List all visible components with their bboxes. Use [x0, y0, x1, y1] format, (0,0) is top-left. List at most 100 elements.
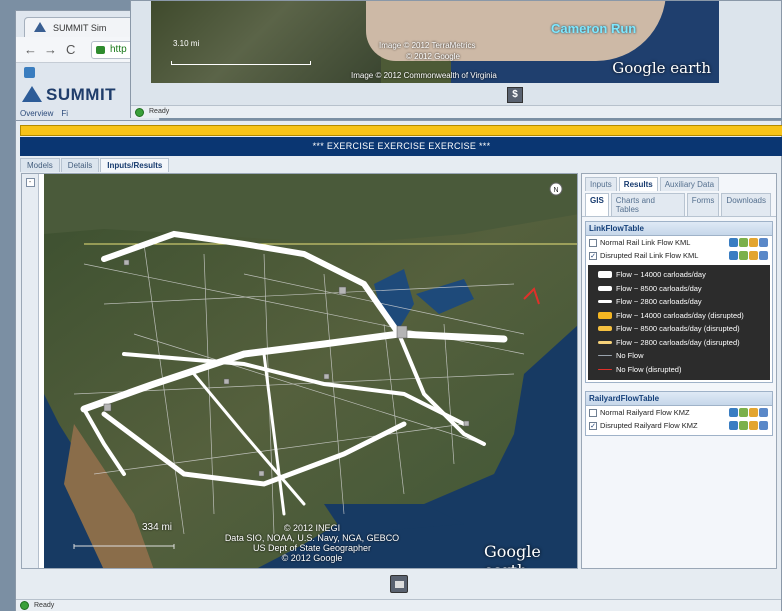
- exercise-banner: *** EXERCISE EXERCISE EXERCISE ***: [20, 137, 782, 156]
- export-icon[interactable]: [749, 421, 758, 430]
- legend-swatch: [598, 311, 612, 319]
- export-icon[interactable]: [749, 238, 758, 247]
- tab-results[interactable]: Results: [618, 177, 658, 191]
- legend-item: No Flow (disrupted): [588, 363, 770, 377]
- satellite-map-view[interactable]: Cameron Run 3.10 mi Image © 2012 TerraMe…: [151, 1, 719, 83]
- browser-tab[interactable]: SUMMIT Sim: [24, 17, 144, 37]
- map-credit-line-2: Data SIO, NOAA, U.S. Navy, NGA, GEBCO: [224, 533, 400, 543]
- panel-subtabs: GIS Charts and Tables Forms Downloads: [582, 191, 776, 217]
- forward-arrow-icon[interactable]: →: [44, 42, 57, 57]
- save-icon[interactable]: [759, 238, 768, 247]
- legend-label: Flow ~ 8500 carloads/day: [616, 283, 702, 293]
- normal-link-checkbox[interactable]: [589, 239, 597, 247]
- row-action-icons: [729, 408, 768, 417]
- address-text: http: [110, 44, 127, 55]
- background-app-tabs: Overview Fi: [20, 109, 68, 118]
- legend-swatch: [598, 271, 612, 279]
- kml-row-disrupted-link: ✓ Disrupted Rail Link Flow KML: [586, 249, 772, 262]
- kml-row-label: Disrupted Rail Link Flow KML: [600, 251, 699, 260]
- map-credit-line-1: © 2012 INEGI: [283, 523, 341, 533]
- normal-railyard-checkbox[interactable]: [589, 409, 597, 417]
- status-ok-icon: [135, 108, 144, 117]
- main-tabs: Models Details Inputs/Results: [20, 158, 170, 172]
- summit-logo-icon: [22, 86, 42, 102]
- collapse-toggle-icon[interactable]: -: [25, 178, 35, 187]
- railyard-flow-section: RailyardFlowTable Normal Railyard Flow K…: [585, 391, 773, 436]
- save-icon[interactable]: [759, 421, 768, 430]
- print-button[interactable]: [390, 575, 408, 593]
- extension-icon[interactable]: [24, 67, 35, 78]
- legend-label: Flow ~ 2800 carloads/day (disrupted): [616, 337, 740, 347]
- back-arrow-icon[interactable]: ←: [24, 42, 37, 57]
- reload-icon[interactable]: C: [66, 42, 75, 57]
- map-credit-2: © 2012 Google: [406, 52, 460, 61]
- export-icon[interactable]: [749, 251, 758, 260]
- legend-label: No Flow (disrupted): [616, 364, 682, 374]
- link-flow-section: LinkFlowTable Normal Rail Link Flow KML …: [585, 221, 773, 383]
- tab-models[interactable]: Models: [20, 158, 60, 172]
- save-icon[interactable]: [759, 251, 768, 260]
- row-action-icons: [729, 251, 768, 260]
- legend-label: Flow ~ 14000 carloads/day: [616, 270, 706, 280]
- panel-tabs: Inputs Results Auxiliary Data: [582, 174, 776, 191]
- kmz-row-label: Normal Railyard Flow KMZ: [600, 408, 690, 417]
- rail-flow-map[interactable]: - N 334 mi © 2012 INEGI Data SIO, NOAA, …: [21, 173, 578, 569]
- railyard-flow-title: RailyardFlowTable: [586, 392, 772, 406]
- disrupted-link-checkbox[interactable]: ✓: [589, 252, 597, 260]
- legend-item: Flow ~ 14000 carloads/day: [588, 268, 770, 282]
- kmz-row-normal-railyard: Normal Railyard Flow KMZ: [586, 406, 772, 419]
- main-app-window: *** EXERCISE EXERCISE EXERCISE *** Model…: [15, 120, 782, 611]
- row-action-icons: [729, 238, 768, 247]
- legend-item: No Flow: [588, 349, 770, 363]
- subtab-charts-and-tables[interactable]: Charts and Tables: [610, 193, 685, 216]
- status-ok-icon: [20, 601, 29, 610]
- export-icon[interactable]: [749, 408, 758, 417]
- legend-item: Flow ~ 2800 carloads/day: [588, 295, 770, 309]
- tab-inputs[interactable]: Inputs: [585, 177, 617, 191]
- alert-bar: [20, 125, 782, 136]
- info-icon[interactable]: [729, 421, 738, 430]
- overview-tab[interactable]: Overview: [20, 109, 53, 118]
- summit-logo: SUMMIT: [22, 85, 116, 105]
- fi-tab[interactable]: Fi: [61, 109, 68, 118]
- map-credit-line-3: US Dept of State Geographer: [252, 543, 372, 553]
- map-credit-3: Image © 2012 Commonwealth of Virginia: [351, 71, 497, 80]
- legend-swatch: [598, 326, 612, 332]
- legend-item: Flow ~ 8500 carloads/day (disrupted): [588, 322, 770, 336]
- save-icon[interactable]: [759, 408, 768, 417]
- main-status-bar: Ready: [16, 599, 781, 611]
- info-icon[interactable]: [729, 408, 738, 417]
- link-flow-title: LinkFlowTable: [586, 222, 772, 236]
- globe-icon[interactable]: [739, 421, 748, 430]
- legend-label: Flow ~ 14000 carloads/day (disrupted): [616, 310, 744, 320]
- tab-auxiliary-data[interactable]: Auxiliary Data: [659, 177, 720, 191]
- globe-icon[interactable]: [739, 238, 748, 247]
- info-icon[interactable]: [729, 238, 738, 247]
- globe-icon[interactable]: [739, 408, 748, 417]
- subtab-downloads[interactable]: Downloads: [721, 193, 771, 216]
- kmz-row-label: Disrupted Railyard Flow KMZ: [600, 421, 698, 430]
- tab-details[interactable]: Details: [60, 158, 100, 172]
- north-label: N: [553, 187, 558, 194]
- popup-status-text: Ready: [149, 108, 170, 115]
- map-credits: © 2012 INEGI Data SIO, NOAA, U.S. Navy, …: [212, 523, 412, 563]
- map-collapse-strip: -: [22, 174, 39, 568]
- satellite-popup-window: Cameron Run 3.10 mi Image © 2012 TerraMe…: [130, 0, 782, 118]
- popup-status-bar: Ready: [131, 105, 781, 118]
- tab-inputs-results[interactable]: Inputs/Results: [100, 158, 170, 172]
- legend-item: Flow ~ 14000 carloads/day (disrupted): [588, 309, 770, 323]
- kml-row-normal-link: Normal Rail Link Flow KML: [586, 236, 772, 249]
- kml-row-label: Normal Rail Link Flow KML: [600, 238, 691, 247]
- desktop: SUMMIT Sim ← → C http SUMMIT Overview Fi…: [0, 0, 782, 611]
- globe-icon[interactable]: [739, 251, 748, 260]
- map-credit-line-4: © 2012 Google: [281, 553, 343, 563]
- info-icon[interactable]: [729, 251, 738, 260]
- dollar-button[interactable]: $: [507, 87, 523, 103]
- legend-swatch: [598, 285, 612, 291]
- disrupted-railyard-checkbox[interactable]: ✓: [589, 422, 597, 430]
- legend-item: Flow ~ 2800 carloads/day (disrupted): [588, 336, 770, 350]
- lock-icon: [96, 46, 105, 54]
- subtab-forms[interactable]: Forms: [686, 193, 720, 216]
- main-status-text: Ready: [34, 602, 55, 609]
- subtab-gis[interactable]: GIS: [585, 193, 609, 216]
